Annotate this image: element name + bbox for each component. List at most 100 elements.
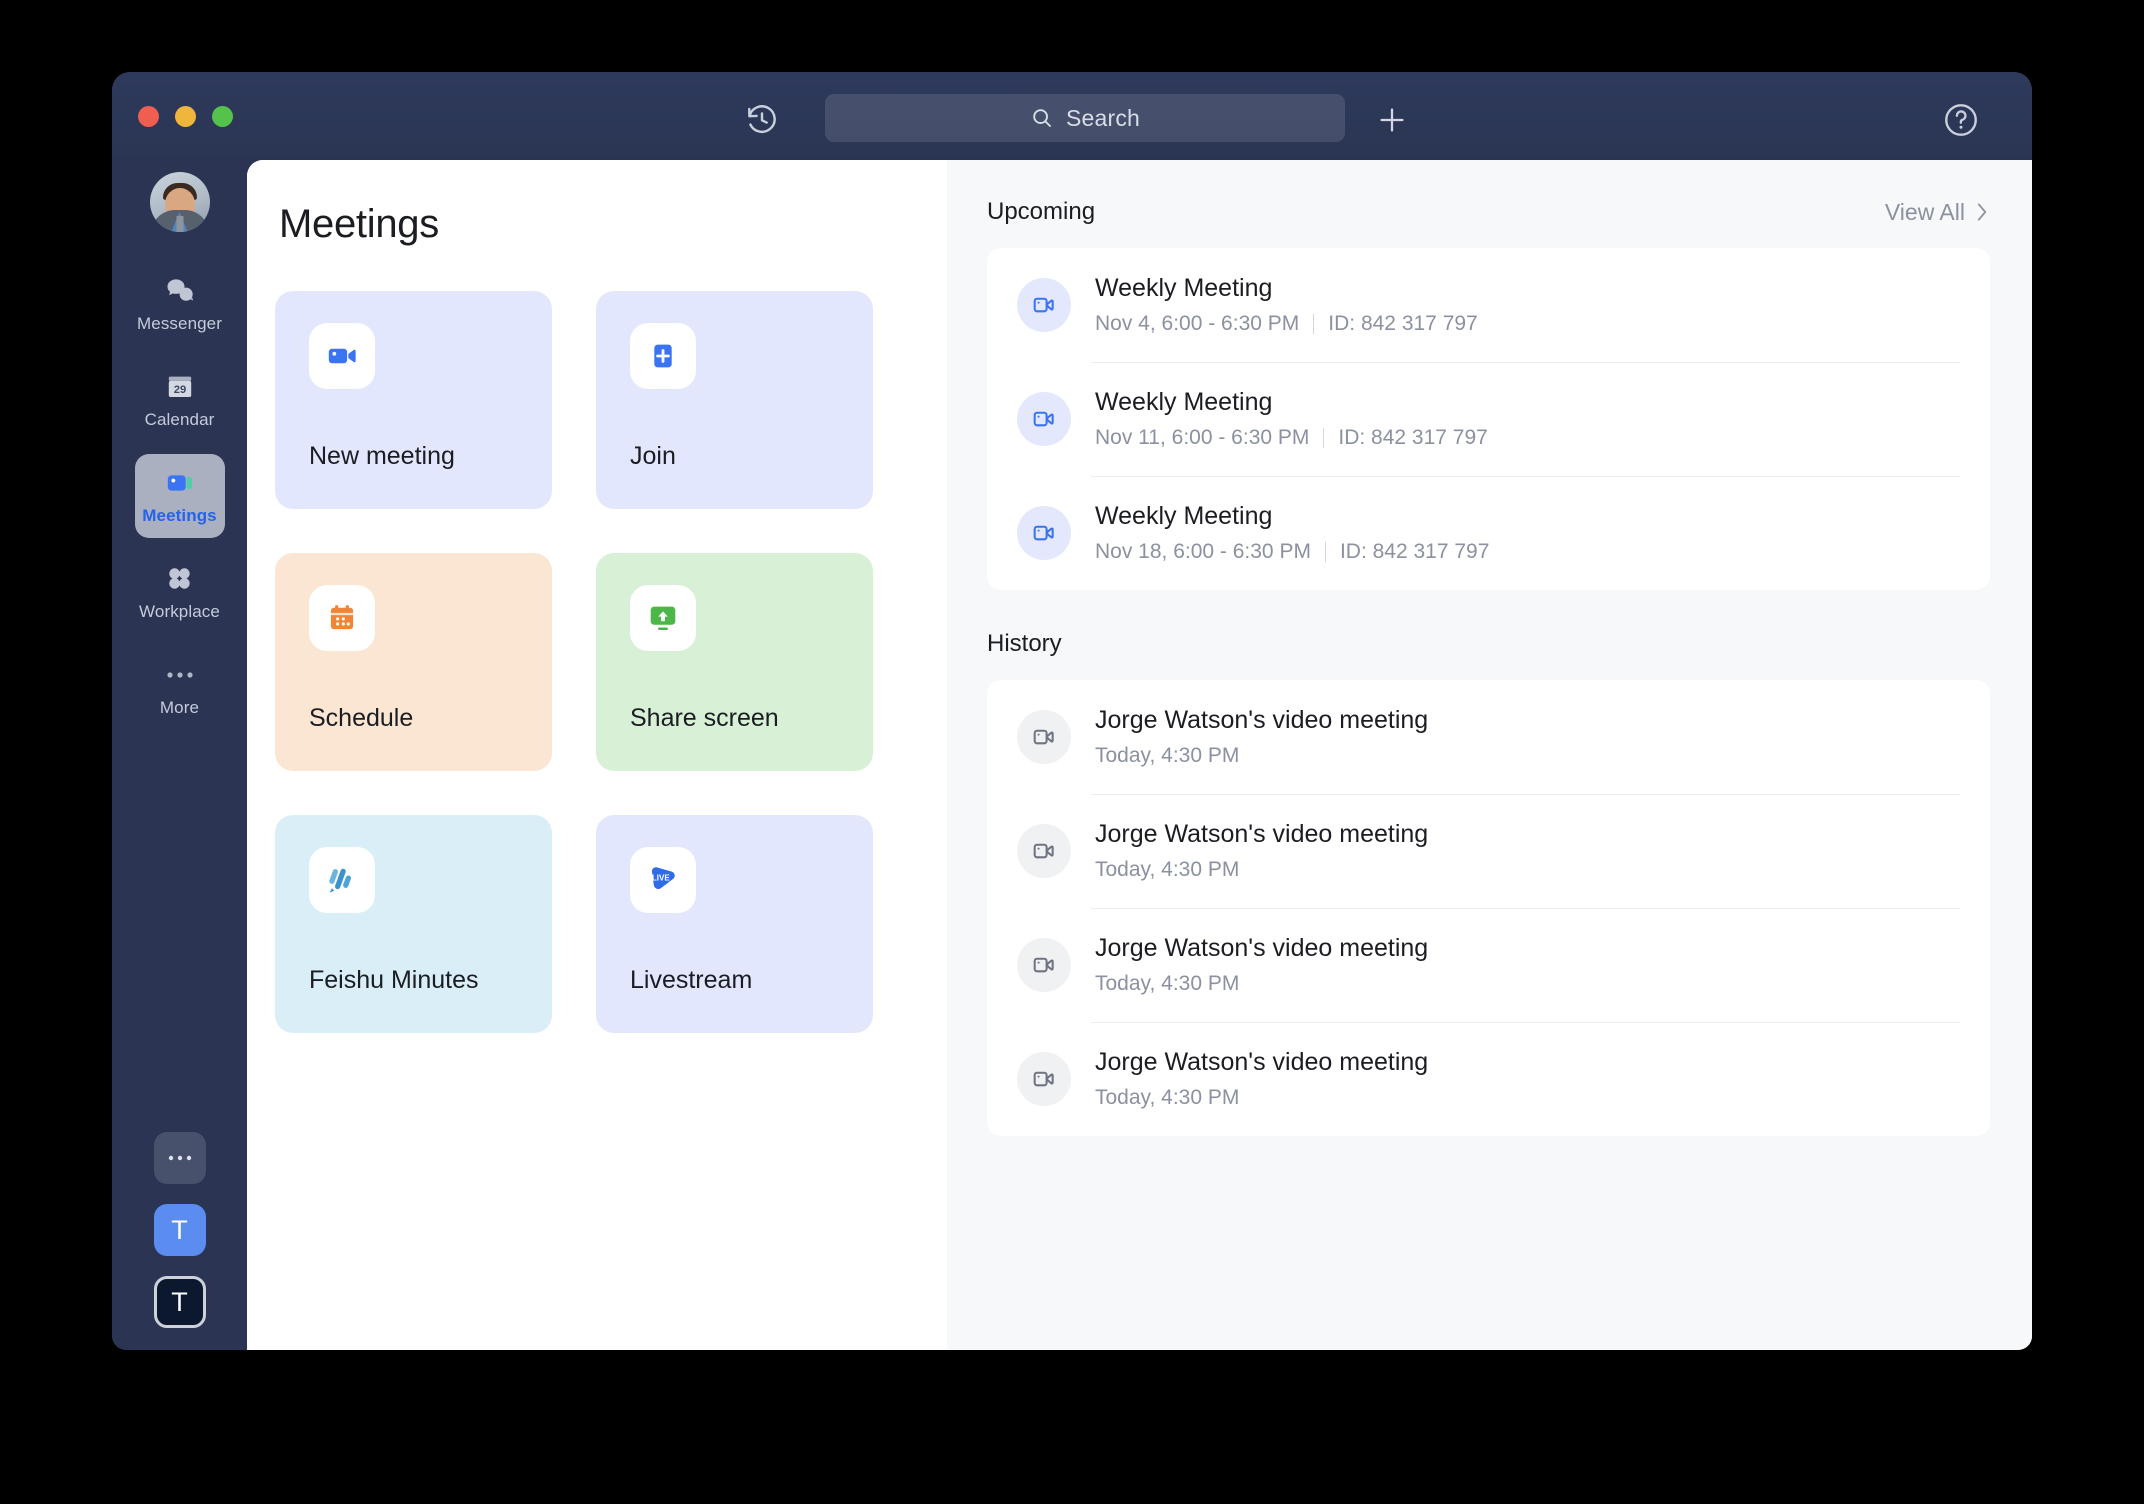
sidebar-bottom-icons: T T xyxy=(112,1132,247,1328)
new-meeting-card[interactable]: New meeting xyxy=(275,291,552,509)
sidebar-item-messenger[interactable]: Messenger xyxy=(135,262,225,346)
calendar-29-icon: 29 xyxy=(164,371,196,403)
plus-square-icon xyxy=(630,323,696,389)
meeting-title: Weekly Meeting xyxy=(1095,274,1273,302)
history-row-text: Jorge Watson's video meeting Today, 4:30… xyxy=(1095,1048,1428,1110)
meeting-title: Weekly Meeting xyxy=(1095,502,1273,530)
meeting-meta: Nov 11, 6:00 - 6:30 PM ID: 842 317 797 xyxy=(1095,426,1488,450)
window-controls[interactable] xyxy=(138,106,233,127)
view-all-label: View All xyxy=(1884,198,1965,225)
video-camera-icon xyxy=(309,323,375,389)
sidebar-item-label: Messenger xyxy=(137,313,222,333)
content-area: Meetings New meeting Join Schedule Share… xyxy=(247,160,2032,1350)
sidebar-nav: Messenger 29 Calendar Meetings Workplace… xyxy=(134,262,225,730)
meetings-actions-pane: Meetings New meeting Join Schedule Share… xyxy=(247,160,947,1350)
join-card[interactable]: Join xyxy=(596,291,873,509)
card-label: Share screen xyxy=(630,704,779,732)
history-time: Today, 4:30 PM xyxy=(1095,744,1240,767)
search-icon xyxy=(1033,109,1051,127)
livestream-card[interactable]: LIVE Livestream xyxy=(596,815,873,1033)
separator xyxy=(1323,428,1325,448)
plus-icon[interactable] xyxy=(1370,98,1414,142)
separator xyxy=(1313,314,1315,334)
maximize-window-button[interactable] xyxy=(212,106,233,127)
history-row[interactable]: Jorge Watson's video meeting Today, 4:30… xyxy=(1017,908,1960,1022)
minimize-window-button[interactable] xyxy=(175,106,196,127)
upcoming-row[interactable]: Weekly Meeting Nov 4, 6:00 - 6:30 PM ID:… xyxy=(1017,248,1960,362)
history-title-text: Jorge Watson's video meeting xyxy=(1095,1048,1429,1076)
search-placeholder-text: Search xyxy=(1065,104,1141,131)
upcoming-row-text: Weekly Meeting Nov 18, 6:00 - 6:30 PM ID… xyxy=(1095,502,1489,564)
video-camera-icon xyxy=(163,467,197,499)
history-row-text: Jorge Watson's video meeting Today, 4:30… xyxy=(1095,934,1428,996)
history-row[interactable]: Jorge Watson's video meeting Today, 4:30… xyxy=(1017,794,1960,908)
video-camera-icon xyxy=(1017,938,1071,992)
screen-share-icon xyxy=(630,585,696,651)
tenant-button-1[interactable]: T xyxy=(153,1204,206,1256)
upcoming-row[interactable]: Weekly Meeting Nov 18, 6:00 - 6:30 PM ID… xyxy=(1017,476,1960,590)
history-title-text: Jorge Watson's video meeting xyxy=(1095,706,1429,734)
upcoming-row-text: Weekly Meeting Nov 11, 6:00 - 6:30 PM ID… xyxy=(1095,388,1488,450)
card-label: Feishu Minutes xyxy=(309,966,479,994)
share-screen-card[interactable]: Share screen xyxy=(596,553,873,771)
history-title-text: Jorge Watson's video meeting xyxy=(1095,820,1429,848)
title-bar: Search xyxy=(112,72,2032,160)
meeting-meta: Nov 18, 6:00 - 6:30 PM ID: 842 317 797 xyxy=(1095,540,1489,564)
sidebar-item-meetings[interactable]: Meetings xyxy=(134,454,225,538)
feishu-minutes-card[interactable]: Feishu Minutes xyxy=(275,815,552,1033)
meeting-id: ID: 842 317 797 xyxy=(1339,540,1490,563)
video-camera-icon xyxy=(1017,1052,1071,1106)
history-row-text: Jorge Watson's video meeting Today, 4:30… xyxy=(1095,706,1428,768)
search-input[interactable]: Search xyxy=(825,94,1345,142)
avatar[interactable] xyxy=(149,172,210,232)
history-row[interactable]: Jorge Watson's video meeting Today, 4:30… xyxy=(1017,1022,1960,1136)
minutes-waveform-icon xyxy=(309,847,375,913)
history-row-text: Jorge Watson's video meeting Today, 4:30… xyxy=(1095,820,1428,882)
card-label: New meeting xyxy=(309,442,455,470)
sidebar: Messenger 29 Calendar Meetings Workplace… xyxy=(112,160,247,1350)
calendar-icon xyxy=(309,585,375,651)
upcoming-row-text: Weekly Meeting Nov 4, 6:00 - 6:30 PM ID:… xyxy=(1095,274,1478,336)
sidebar-item-calendar[interactable]: 29 Calendar xyxy=(135,358,225,442)
chat-bubbles-icon xyxy=(164,275,196,307)
card-label: Schedule xyxy=(309,704,414,732)
tenant-button-2[interactable]: T xyxy=(153,1276,206,1328)
history-clock-icon[interactable] xyxy=(742,100,782,140)
page-title: Meetings xyxy=(279,202,439,246)
meeting-id: ID: 842 317 797 xyxy=(1338,426,1488,449)
grid-four-dots-icon xyxy=(164,563,195,595)
history-row[interactable]: Jorge Watson's video meeting Today, 4:30… xyxy=(1017,680,1960,794)
meeting-meta: Nov 4, 6:00 - 6:30 PM ID: 842 317 797 xyxy=(1095,312,1478,336)
video-camera-icon xyxy=(1017,710,1071,764)
sidebar-item-workplace[interactable]: Workplace xyxy=(135,550,225,634)
history-title: History xyxy=(987,630,1062,657)
video-camera-icon xyxy=(1017,278,1071,332)
card-label: Join xyxy=(630,442,676,470)
history-time: Today, 4:30 PM xyxy=(1095,858,1240,881)
question-circle-icon[interactable] xyxy=(1940,99,1982,141)
app-window: Search Messenger 29 Calendar Meetings Wo… xyxy=(112,72,2032,1350)
history-title-text: Jorge Watson's video meeting xyxy=(1095,934,1429,962)
sidebar-item-more[interactable]: More xyxy=(135,646,225,730)
meeting-title: Weekly Meeting xyxy=(1095,388,1273,416)
chevron-right-icon xyxy=(1977,203,1987,221)
upcoming-row[interactable]: Weekly Meeting Nov 11, 6:00 - 6:30 PM ID… xyxy=(1017,362,1960,476)
sidebar-item-label: Calendar xyxy=(144,409,215,429)
svg-text:LIVE: LIVE xyxy=(652,873,671,882)
upcoming-header: Upcoming View All xyxy=(987,198,1990,226)
meetings-list-pane: Upcoming View All Weekly Meeting Nov 4, … xyxy=(947,160,2032,1350)
sidebar-item-label: Meetings xyxy=(142,505,217,525)
sidebar-item-label: More xyxy=(159,697,200,717)
more-apps-button[interactable] xyxy=(153,1132,206,1184)
close-window-button[interactable] xyxy=(138,106,159,127)
view-all-button[interactable]: View All xyxy=(1885,199,1990,226)
schedule-card[interactable]: Schedule xyxy=(275,553,552,771)
separator xyxy=(1324,542,1326,562)
upcoming-title: Upcoming xyxy=(987,198,1096,225)
svg-text:29: 29 xyxy=(173,384,185,396)
video-camera-icon xyxy=(1017,506,1071,560)
action-card-grid: New meeting Join Schedule Share screen F… xyxy=(275,291,947,1033)
meeting-date: Nov 18, 6:00 - 6:30 PM xyxy=(1095,540,1311,563)
meeting-date: Nov 11, 6:00 - 6:30 PM xyxy=(1095,426,1310,449)
history-panel: Jorge Watson's video meeting Today, 4:30… xyxy=(987,680,1990,1136)
